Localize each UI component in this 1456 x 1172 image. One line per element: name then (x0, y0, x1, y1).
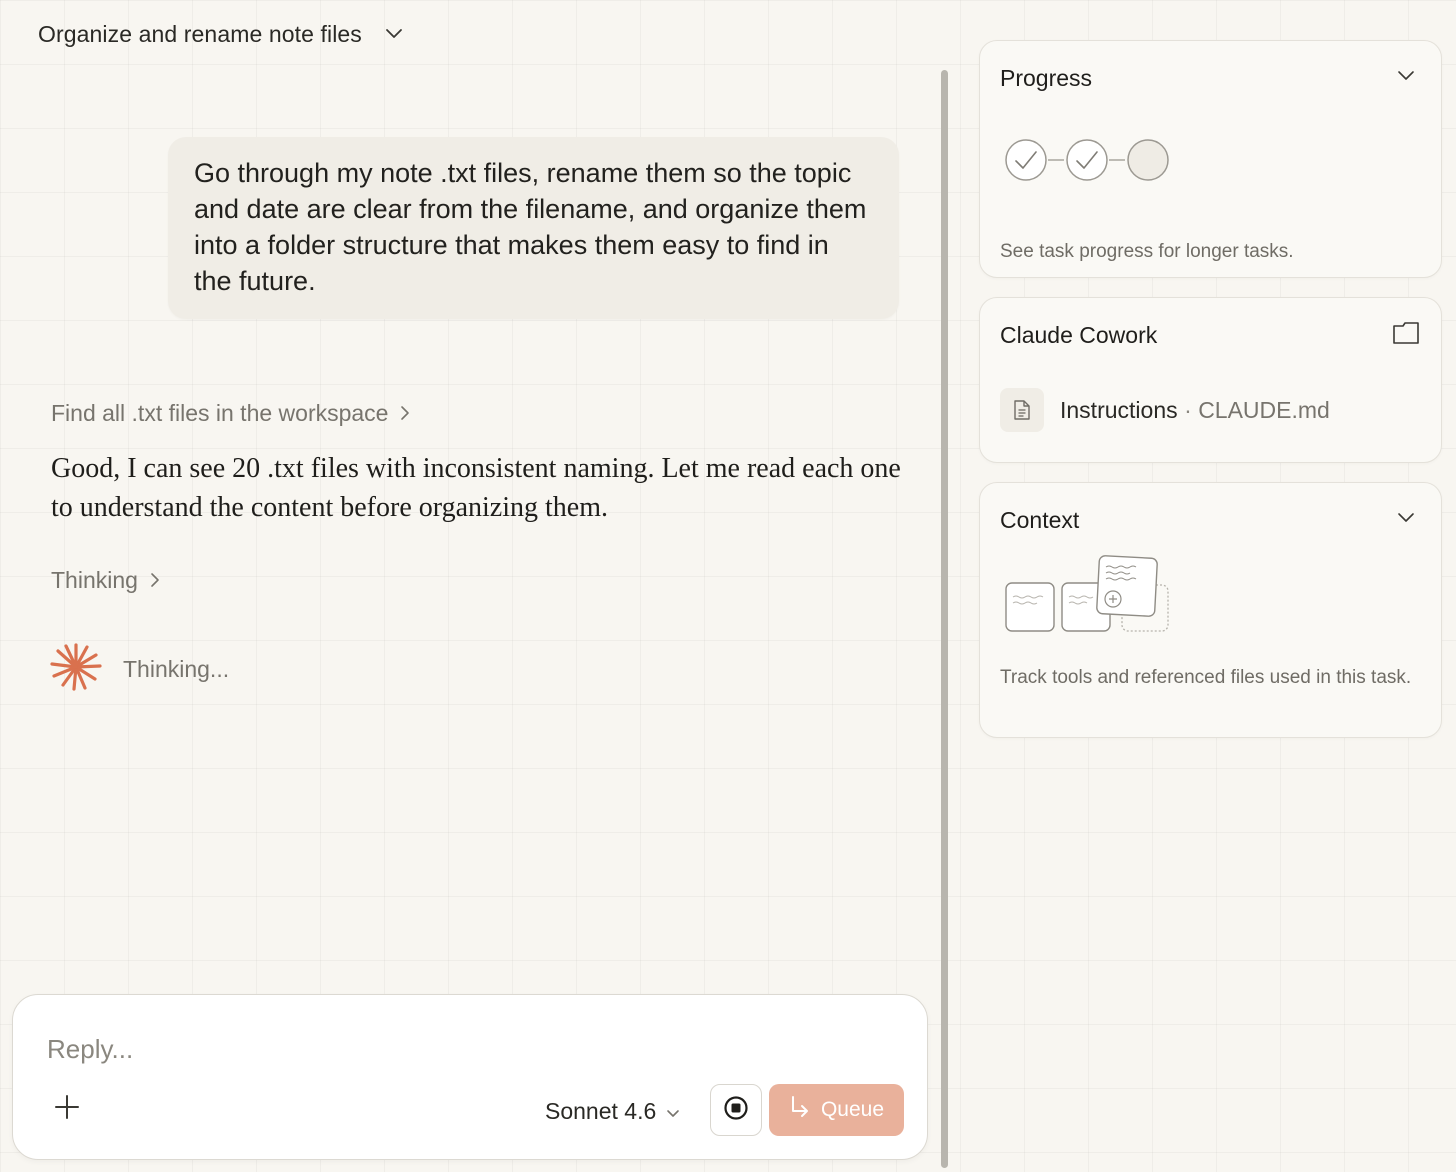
chevron-down-icon (1397, 511, 1415, 529)
model-label: Sonnet 4.6 (545, 1097, 657, 1124)
progress-step-2 (1066, 139, 1108, 181)
progress-steps (1004, 137, 1174, 183)
return-arrow-icon (789, 1095, 811, 1125)
context-card: Context Track tools and referenced files… (979, 482, 1442, 738)
task-title-dropdown[interactable]: Organize and rename note files (38, 16, 404, 52)
progress-collapse-button[interactable] (1395, 67, 1417, 89)
add-attachment-button[interactable] (51, 1093, 83, 1125)
progress-step-3 (1127, 139, 1169, 181)
queue-button[interactable]: Queue (769, 1084, 904, 1136)
tool-call-label: Find all .txt files in the workspace (51, 400, 389, 426)
progress-step-1 (1005, 139, 1047, 181)
chevron-down-icon (384, 24, 404, 44)
chevron-right-icon (400, 400, 410, 427)
thinking-label: Thinking (51, 567, 138, 593)
conversation-scrollbar[interactable] (938, 70, 950, 1172)
instructions-separator: · (1184, 396, 1192, 423)
user-message: Go through my note .txt files, rename th… (168, 137, 899, 319)
chevron-down-icon (666, 1098, 680, 1125)
cowork-card: Claude Cowork Instructions · CLAUDE.md (979, 297, 1442, 463)
task-title: Organize and rename note files (38, 20, 362, 47)
progress-title: Progress (1000, 65, 1093, 91)
queue-label: Queue (820, 1098, 885, 1121)
reply-composer: Sonnet 4.6 Queue (12, 994, 928, 1160)
instructions-filename: CLAUDE.md (1198, 396, 1330, 423)
chevron-down-icon (1397, 69, 1415, 87)
assistant-message: Good, I can see 20 .txt files with incon… (51, 453, 901, 523)
stop-button[interactable] (710, 1084, 762, 1136)
document-icon (1000, 388, 1044, 432)
thinking-status: Thinking... (49, 642, 229, 697)
context-title: Context (1000, 507, 1080, 533)
model-selector[interactable]: Sonnet 4.6 (545, 1095, 680, 1127)
context-collapse-button[interactable] (1395, 509, 1417, 531)
scrollbar-thumb[interactable] (941, 70, 948, 1168)
tool-call-find-files[interactable]: Find all .txt files in the workspace (51, 400, 410, 427)
open-folder-button[interactable] (1391, 320, 1421, 350)
thinking-toggle[interactable]: Thinking (51, 567, 160, 594)
progress-card: Progress See task progress for longer ta… (979, 40, 1442, 278)
progress-description: See task progress for longer tasks. (1000, 241, 1294, 262)
folder-icon (1392, 321, 1420, 350)
app-window: Organize and rename note files Go throug… (0, 0, 1456, 1172)
cowork-title: Claude Cowork (1000, 322, 1158, 348)
plus-icon (54, 1094, 80, 1125)
context-description: Track tools and referenced files used in… (1000, 667, 1412, 688)
context-illustration-icon (1004, 555, 1174, 639)
reply-input[interactable] (47, 1029, 887, 1069)
thinking-status-label: Thinking... (123, 656, 230, 682)
stop-icon (723, 1095, 749, 1126)
instructions-file-item[interactable]: Instructions · CLAUDE.md (1000, 388, 1330, 432)
instructions-label: Instructions (1060, 396, 1178, 423)
claude-spark-icon (49, 642, 103, 697)
chevron-right-icon (150, 567, 160, 594)
